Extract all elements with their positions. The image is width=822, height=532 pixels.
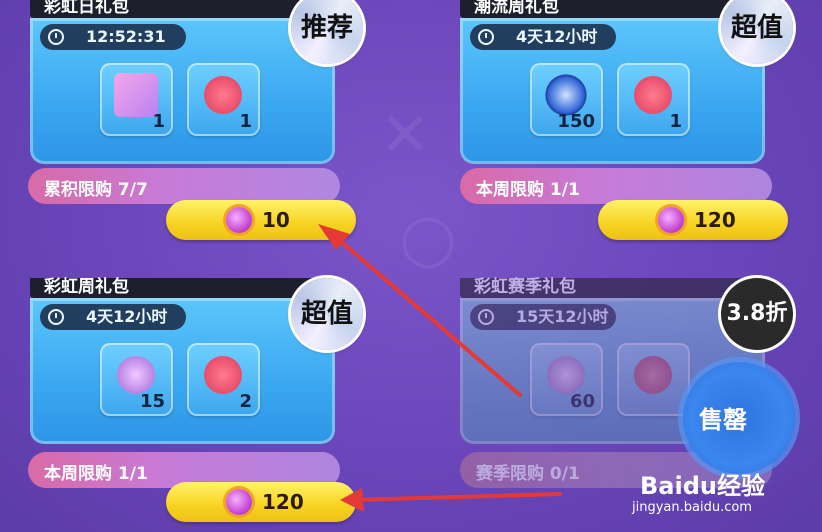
annotation-arrow bbox=[328, 230, 522, 397]
annotation-arrows bbox=[318, 224, 562, 512]
baidu-watermark: Baidu经验 bbox=[640, 472, 765, 500]
arrow-head bbox=[340, 488, 364, 512]
annotation-arrow bbox=[350, 492, 562, 502]
watermark-url: jingyan.baidu.com bbox=[632, 500, 752, 515]
